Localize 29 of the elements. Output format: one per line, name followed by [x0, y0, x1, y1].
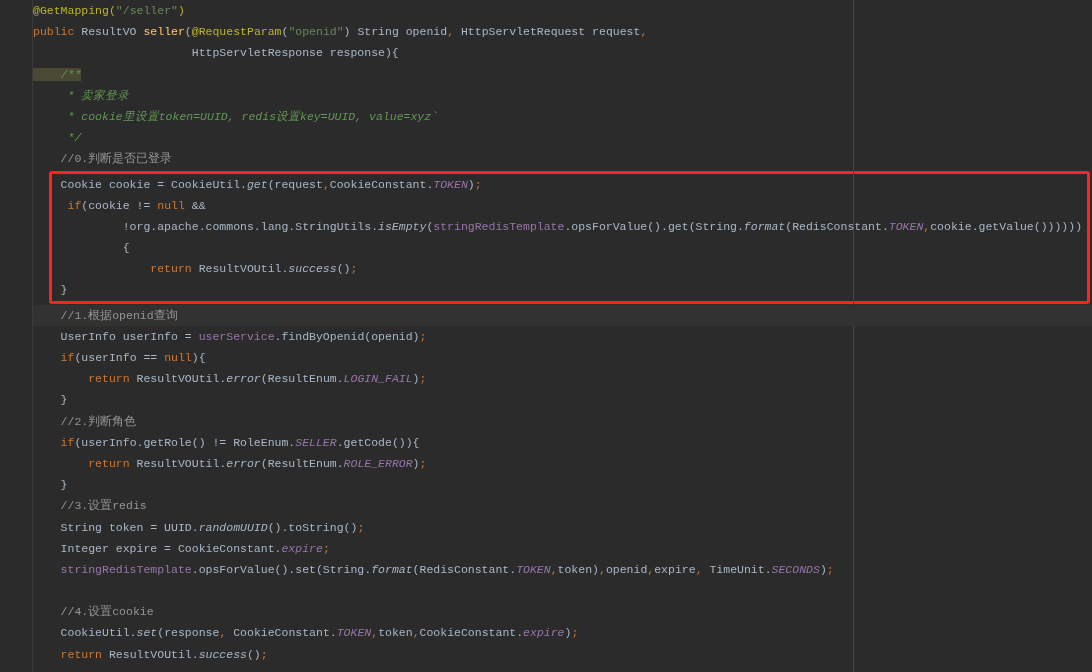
- code-line: Cookie cookie = CookieUtil.get(request,CookieConstant.TOKEN);: [59, 176, 482, 193]
- code-line: * cookie里设置token=UUID, redis设置key=UUID, value=xyz`: [66, 108, 439, 125]
- code-line: @GetMapping("/seller"): [33, 3, 185, 19]
- code-line: CookieUtil.set(response, CookieConstant.TOKEN,token,CookieConstant.expire);: [59, 625, 579, 642]
- code-line: */: [66, 130, 82, 147]
- code-line: if(userInfo == null){: [59, 350, 206, 366]
- code-line: return ResultVOUtil.success();: [149, 261, 358, 278]
- code-line: UserInfo userInfo = userService.findByOpenid(openid);: [59, 328, 427, 345]
- code-comment: //1.根据openid查询: [59, 307, 178, 324]
- code-line: return ResultVOUtil.error(ResultEnum.ROLE_ERROR);: [87, 455, 427, 472]
- code-comment: //4.设置cookie: [59, 604, 154, 621]
- code-line: Integer expire = CookieConstant.expire;: [59, 540, 330, 557]
- code-line: }: [59, 392, 68, 409]
- code-line: return ResultVOUtil.error(ResultEnum.LOGIN_FAIL);: [87, 371, 427, 388]
- code-line: {: [121, 240, 130, 257]
- code-comment: //0.判断是否已登录: [59, 151, 173, 168]
- code-line: if(userInfo.getRole() != RoleEnum.SELLER.getCode()){: [59, 434, 420, 451]
- code-comment: //3.设置redis: [59, 498, 147, 515]
- code-line: String token = UUID.randomUUID().toString();: [59, 519, 365, 536]
- code-line: return ResultVOUtil.success();: [59, 646, 268, 663]
- code-line: }: [59, 282, 68, 299]
- code-line: !org.apache.commons.lang.StringUtils.isEmpty(stringRedisTemplate.opsForValue().get(String.format(RedisConstant.TOKEN,cookie.getValue()))))): [121, 218, 1083, 235]
- code-line: stringRedisTemplate.opsForValue().set(String.format(RedisConstant.TOKEN,token),openid,expire, TimeUnit.SECONDS);: [59, 561, 834, 578]
- code-line: public ResultVO seller(@RequestParam("openid") String openid, HttpServletRequest request,: [33, 24, 648, 41]
- code-line: * 卖家登录: [66, 87, 130, 104]
- code-line: if(cookie != null &&: [66, 197, 206, 214]
- code-line: }: [59, 477, 68, 494]
- code-comment: //2.判断角色: [59, 413, 137, 430]
- code-line: HttpServletResponse response){: [190, 45, 399, 62]
